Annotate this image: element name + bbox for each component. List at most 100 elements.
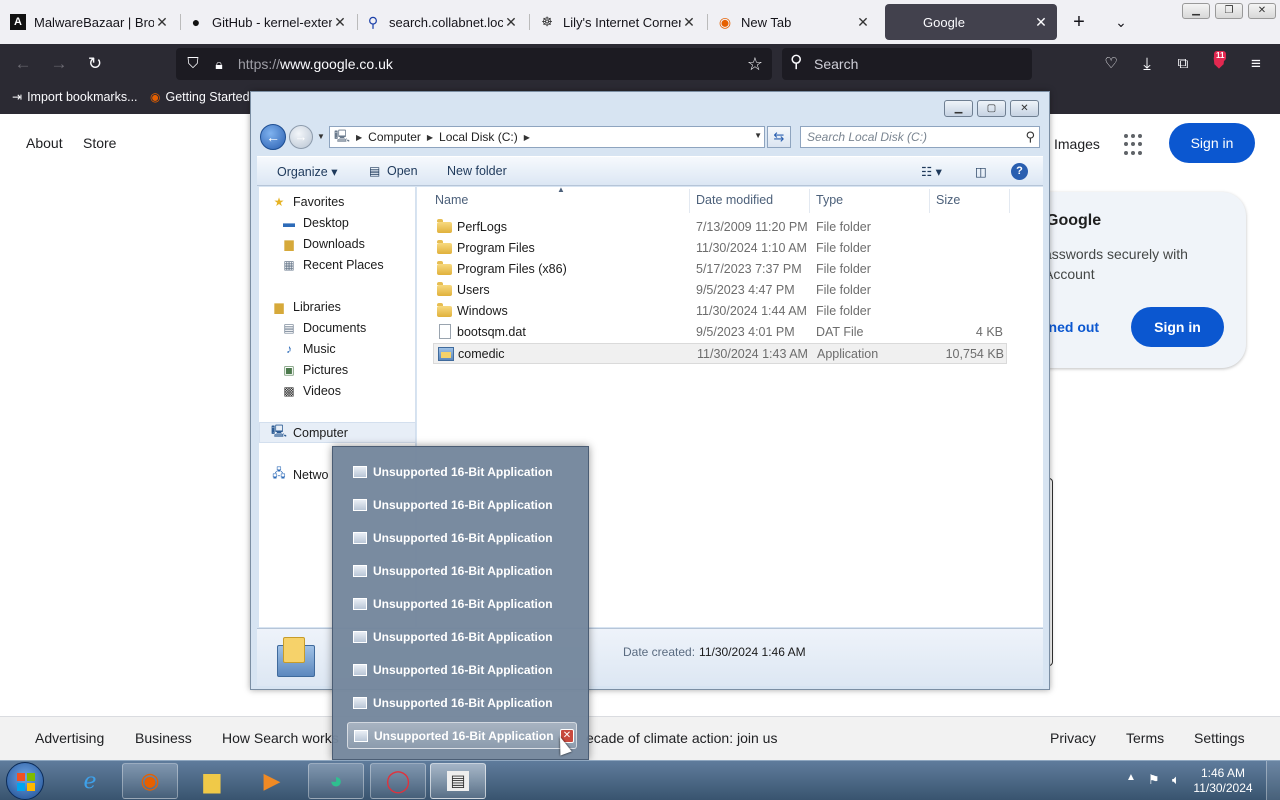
tab-google[interactable]: Google ✕ bbox=[885, 4, 1057, 40]
sign-in-button[interactable]: Sign in bbox=[1169, 123, 1255, 163]
column-header-name[interactable]: Name bbox=[435, 193, 468, 207]
thumbnail-window-item[interactable]: Unsupported 16-Bit Application bbox=[347, 590, 577, 617]
store-link[interactable]: Store bbox=[83, 135, 116, 151]
preview-pane-icon[interactable]: ◫ bbox=[975, 164, 987, 179]
lock-icon[interactable]: 🔒︎ bbox=[206, 52, 232, 76]
nav-computer[interactable]: 🖳︎ Computer bbox=[259, 422, 416, 443]
nav-desktop[interactable]: ▬ Desktop bbox=[281, 212, 438, 233]
url-bar[interactable]: ⛉ 🔒︎ https://www.google.co.uk ☆ bbox=[176, 48, 772, 80]
column-header-type[interactable]: Type bbox=[816, 193, 843, 207]
explorer-close-button[interactable]: ✕ bbox=[1010, 100, 1039, 117]
search-bar[interactable]: ⚲ Search bbox=[782, 48, 1032, 80]
getting-started-bookmark[interactable]: ◉ Getting Started bbox=[150, 90, 250, 104]
column-header-size[interactable]: Size bbox=[936, 193, 960, 207]
privacy-link[interactable]: Privacy bbox=[1050, 730, 1096, 746]
file-row[interactable]: bootsqm.dat 9/5/2023 4:01 PM DAT File 4 KB bbox=[433, 322, 1007, 343]
downloads-icon[interactable]: ⤓ bbox=[1134, 52, 1160, 76]
explorer-search-input[interactable]: Search Local Disk (C:) ⚲ bbox=[800, 126, 1040, 148]
breadcrumb-separator[interactable]: ▶ bbox=[524, 133, 530, 142]
breadcrumb-separator[interactable]: ▶ bbox=[427, 133, 433, 142]
settings-link[interactable]: Settings bbox=[1194, 730, 1245, 746]
16bit-app-taskbar-button[interactable]: ▤ bbox=[430, 763, 486, 799]
open-button[interactable]: Open bbox=[387, 164, 418, 178]
forward-arrow-icon[interactable]: → bbox=[46, 52, 72, 76]
thumbnail-window-item[interactable]: Unsupported 16-Bit Application bbox=[347, 656, 577, 683]
start-button[interactable] bbox=[6, 762, 44, 800]
close-tab-icon[interactable]: ✕ bbox=[681, 14, 697, 31]
tab-search-collabnet[interactable]: ⚲ search.collabnet.local ✕ bbox=[357, 4, 527, 40]
column-separator[interactable] bbox=[1009, 189, 1010, 213]
new-folder-button[interactable]: New folder bbox=[447, 164, 507, 178]
help-icon[interactable]: ? bbox=[1011, 163, 1028, 180]
list-all-tabs-button[interactable]: ⌄ bbox=[1108, 8, 1134, 36]
thumbnail-window-item[interactable]: Unsupported 16-Bit Application ✕ bbox=[347, 722, 577, 749]
close-tab-icon[interactable]: ✕ bbox=[855, 14, 871, 31]
media-player-taskbar-button[interactable]: ▶ bbox=[244, 763, 300, 799]
tab-github[interactable]: ● GitHub - kernel-exten ✕ bbox=[180, 4, 356, 40]
back-arrow-icon[interactable]: ← bbox=[10, 52, 36, 76]
business-link[interactable]: Business bbox=[135, 730, 192, 746]
explorer-taskbar-button[interactable]: ▆ bbox=[184, 763, 240, 799]
import-bookmarks-item[interactable]: ⇥ Import bookmarks... bbox=[12, 90, 138, 104]
pocket-icon[interactable]: ♡ bbox=[1098, 52, 1124, 76]
column-separator[interactable] bbox=[809, 189, 810, 213]
address-dropdown-icon[interactable]: ▼ bbox=[754, 131, 762, 140]
new-tab-button[interactable]: + bbox=[1066, 8, 1092, 36]
show-desktop-button[interactable] bbox=[1266, 761, 1280, 800]
climate-action-link[interactable]: ecade of climate action: join us bbox=[586, 730, 777, 746]
images-link[interactable]: Images bbox=[1054, 136, 1100, 152]
nav-documents[interactable]: ▤ Documents bbox=[281, 317, 438, 338]
file-row[interactable]: Program Files 11/30/2024 1:10 AM File fold… bbox=[433, 238, 1007, 259]
card-sign-in-button[interactable]: Sign in bbox=[1131, 307, 1224, 347]
column-header-date[interactable]: Date modified bbox=[696, 193, 773, 207]
refresh-button[interactable]: ⇆ bbox=[767, 126, 791, 148]
firefox-taskbar-button[interactable]: ◉ bbox=[122, 763, 178, 799]
nav-downloads[interactable]: ▆ Downloads bbox=[281, 233, 438, 254]
thumbnail-window-item[interactable]: Unsupported 16-Bit Application bbox=[347, 458, 577, 485]
show-hidden-icons-icon[interactable]: ▲ bbox=[1126, 772, 1136, 783]
tab-malwarebazaar[interactable]: A MalwareBazaar | Brow ✕ bbox=[2, 4, 178, 40]
close-tab-icon[interactable]: ✕ bbox=[503, 14, 519, 31]
action-center-icon[interactable]: ⚑ bbox=[1148, 772, 1160, 788]
organize-button[interactable]: Organize ▾ bbox=[277, 164, 337, 179]
extensions-icon[interactable]: ⧉ bbox=[1170, 52, 1196, 76]
forward-arrow-icon[interactable]: → bbox=[289, 125, 313, 149]
recent-pages-dropdown-icon[interactable]: ▼ bbox=[317, 132, 325, 141]
minimize-button[interactable]: ▁ bbox=[1182, 3, 1210, 19]
how-search-works-link[interactable]: How Search works bbox=[222, 730, 339, 746]
app-taskbar-button[interactable]: ◕ bbox=[308, 763, 364, 799]
reload-icon[interactable]: ↻ bbox=[82, 52, 108, 76]
nav-libraries[interactable]: ▆ Libraries bbox=[271, 296, 428, 317]
google-apps-icon[interactable] bbox=[1124, 134, 1146, 156]
thumbnail-window-item[interactable]: Unsupported 16-Bit Application bbox=[347, 557, 577, 584]
bookmark-star-icon[interactable]: ☆ bbox=[742, 52, 768, 76]
hamburger-menu-icon[interactable]: ≡ bbox=[1243, 52, 1269, 76]
thumbnail-window-item[interactable]: Unsupported 16-Bit Application bbox=[347, 524, 577, 551]
nav-pictures[interactable]: ▣ Pictures bbox=[281, 359, 438, 380]
explorer-maximize-button[interactable]: ▢ bbox=[977, 100, 1006, 117]
file-row[interactable]: Users 9/5/2023 4:47 PM File folder bbox=[433, 280, 1007, 301]
file-row[interactable]: comedic 11/30/2024 1:43 AM Application 10,7… bbox=[433, 343, 1007, 364]
volume-muted-icon[interactable]: 🔈︎ bbox=[1172, 772, 1180, 788]
internet-explorer-taskbar-button[interactable]: ℯ bbox=[62, 763, 118, 799]
close-tab-icon[interactable]: ✕ bbox=[154, 14, 170, 31]
nav-recent-places[interactable]: ▦ Recent Places bbox=[281, 254, 438, 275]
clock[interactable]: 1:46 AM 11/30/2024 bbox=[1188, 766, 1258, 796]
terms-link[interactable]: Terms bbox=[1126, 730, 1164, 746]
url-text[interactable]: https://www.google.co.uk bbox=[238, 56, 393, 72]
about-link[interactable]: About bbox=[26, 135, 63, 151]
back-arrow-icon[interactable]: ← bbox=[260, 124, 286, 150]
thumbnail-window-item[interactable]: Unsupported 16-Bit Application bbox=[347, 623, 577, 650]
column-separator[interactable] bbox=[929, 189, 930, 213]
file-row[interactable]: Windows 11/30/2024 1:44 AM File folder bbox=[433, 301, 1007, 322]
close-tab-icon[interactable]: ✕ bbox=[1033, 14, 1049, 31]
nav-videos[interactable]: ▩ Videos bbox=[281, 380, 438, 401]
view-options-icon[interactable]: ☷ ▾ bbox=[921, 164, 942, 179]
tab-new-tab[interactable]: ◉ New Tab ✕ bbox=[709, 4, 879, 40]
file-row[interactable]: Program Files (x86) 5/17/2023 7:37 PM File… bbox=[433, 259, 1007, 280]
column-separator[interactable] bbox=[689, 189, 690, 213]
thumbnail-window-item[interactable]: Unsupported 16-Bit Application bbox=[347, 491, 577, 518]
breadcrumb-computer[interactable]: Computer bbox=[368, 130, 421, 144]
advertising-link[interactable]: Advertising bbox=[35, 730, 104, 746]
close-window-button[interactable]: ✕ bbox=[1248, 3, 1276, 19]
